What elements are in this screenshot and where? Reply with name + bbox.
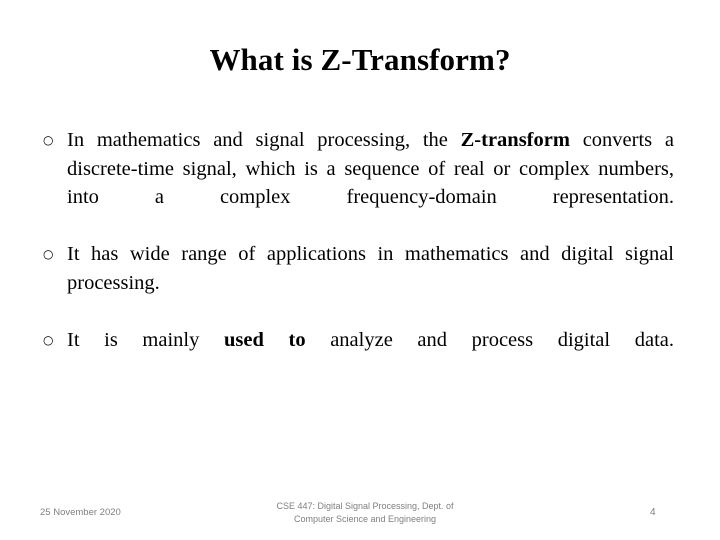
slide-number: 4: [650, 507, 656, 518]
body-text: In mathematics and signal processing, th…: [67, 129, 461, 151]
footer-course-line-1: CSE 447: Digital Signal Processing, Dept…: [276, 501, 454, 511]
circle-bullet-icon: ○: [43, 247, 54, 262]
list-item-text: It is mainly used to analyze and process…: [67, 326, 674, 383]
presentation-slide: What is Z-Transform? ○ In mathematics an…: [0, 0, 720, 540]
body-text: It is mainly: [67, 329, 224, 352]
circle-bullet-icon: ○: [43, 133, 54, 147]
body-text: analyze and process digital data.: [305, 329, 674, 352]
circle-bullet-icon: ○: [43, 333, 54, 348]
list-item: ○ It is mainly used to analyze and proce…: [40, 326, 674, 383]
footer-course-line-2: Computer Science and Engineering: [293, 513, 437, 524]
list-item: ○ In mathematics and signal processing, …: [40, 126, 674, 240]
footer-course-info: CSE 447: Digital Signal Processing, Dept…: [230, 500, 500, 525]
list-item-text: In mathematics and signal processing, th…: [67, 126, 674, 240]
slide-footer: 25 November 2020 CSE 447: Digital Signal…: [0, 498, 720, 532]
footer-date: 25 November 2020: [40, 507, 121, 518]
emphasized-text: Z-transform: [460, 129, 570, 151]
page-title: What is Z-Transform?: [209, 42, 511, 77]
list-item-text: It has wide range of applications in mat…: [67, 240, 674, 326]
body-text: It has wide range of applications in mat…: [67, 243, 674, 294]
list-item: ○ It has wide range of applications in m…: [40, 240, 674, 326]
slide-body-content: ○ In mathematics and signal processing, …: [40, 126, 674, 383]
emphasized-text: used to: [224, 329, 306, 352]
